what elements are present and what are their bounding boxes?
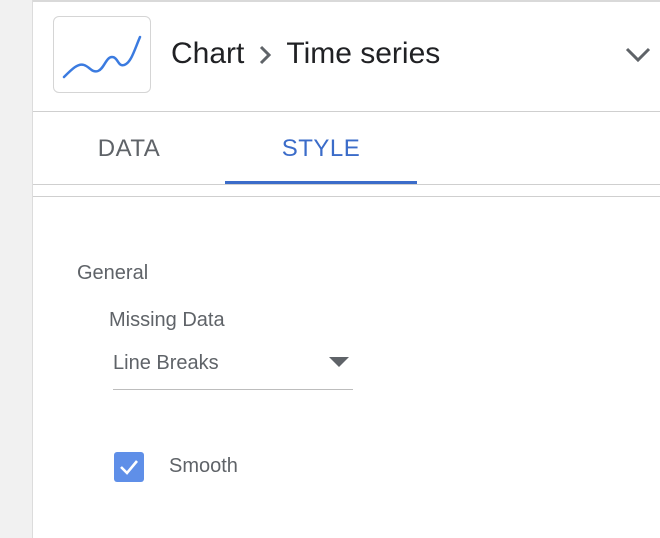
smooth-checkbox[interactable] bbox=[114, 452, 144, 482]
content-divider bbox=[33, 196, 660, 197]
dropdown-arrow-icon bbox=[329, 357, 349, 367]
missing-data-select[interactable]: Line Breaks bbox=[113, 342, 353, 390]
tab-style[interactable]: STYLE bbox=[225, 113, 417, 185]
breadcrumb-chart[interactable]: Chart bbox=[171, 37, 244, 71]
panel-tabs: DATA STYLE bbox=[33, 113, 660, 185]
checkmark-icon bbox=[120, 460, 138, 475]
breadcrumb: Chart Time series bbox=[171, 32, 440, 76]
app-frame: Chart Time series DATA STYLE General Mis… bbox=[0, 0, 660, 538]
panel-header: Chart Time series bbox=[33, 0, 660, 112]
smooth-label[interactable]: Smooth bbox=[169, 455, 238, 478]
breadcrumb-current: Time series bbox=[286, 37, 441, 70]
missing-data-label: Missing Data bbox=[109, 309, 225, 331]
tab-data[interactable]: DATA bbox=[33, 113, 225, 185]
section-title-general: General bbox=[77, 262, 149, 284]
chevron-down-icon[interactable] bbox=[623, 40, 653, 70]
missing-data-value: Line Breaks bbox=[113, 352, 219, 374]
chart-properties-panel: Chart Time series DATA STYLE General Mis… bbox=[32, 0, 660, 538]
tabs-divider bbox=[33, 184, 660, 185]
breadcrumb-separator-icon bbox=[248, 37, 282, 71]
time-series-chart-icon bbox=[53, 16, 151, 93]
